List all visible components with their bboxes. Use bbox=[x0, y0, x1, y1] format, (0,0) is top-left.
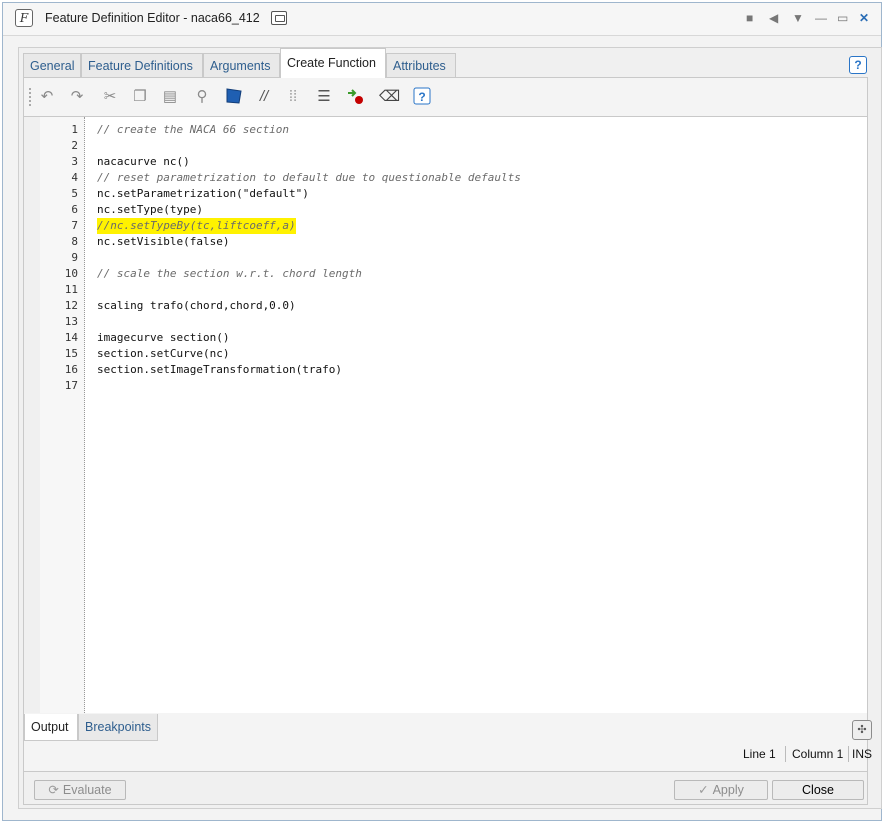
window-title: Feature Definition Editor - naca66_412 bbox=[45, 11, 260, 25]
status-separator bbox=[785, 746, 786, 762]
left-arrow-icon[interactable]: ◀ bbox=[769, 11, 778, 25]
tab-create-function[interactable]: Create Function bbox=[280, 48, 386, 78]
line-number: 9 bbox=[71, 251, 78, 264]
code-line[interactable]: nc.setVisible(false) bbox=[97, 234, 229, 250]
down-arrow-icon[interactable]: ▼ bbox=[792, 11, 804, 25]
close-button[interactable]: Close bbox=[772, 780, 864, 800]
bookmark-icon[interactable] bbox=[224, 87, 244, 107]
line-number: 14 bbox=[64, 331, 78, 344]
code-line[interactable]: imagecurve section() bbox=[97, 330, 229, 346]
copy-icon[interactable]: ❐ bbox=[130, 87, 150, 107]
line-number: 5 bbox=[71, 187, 78, 200]
code-line[interactable]: // reset parametrization to default due … bbox=[97, 170, 521, 186]
code-line-highlighted[interactable]: //nc.setTypeBy(tc,liftcoeff,a) bbox=[97, 218, 296, 234]
line-number: 2 bbox=[71, 139, 78, 152]
line-number: 7 bbox=[71, 219, 78, 232]
code-line[interactable]: section.setImageTransformation(trafo) bbox=[97, 362, 342, 378]
line-number: 13 bbox=[64, 315, 78, 328]
svg-text:?: ? bbox=[418, 90, 425, 104]
code-line[interactable]: // scale the section w.r.t. chord length bbox=[97, 266, 362, 282]
status-bar: Line 1 Column 1 INS bbox=[23, 744, 872, 764]
line-number: 8 bbox=[71, 235, 78, 248]
line-number: 1 bbox=[71, 123, 78, 136]
undo-icon[interactable]: ↶ bbox=[37, 87, 57, 107]
code-line[interactable]: nc.setType(type) bbox=[97, 202, 203, 218]
close-icon[interactable]: ✕ bbox=[859, 11, 869, 25]
help-button[interactable]: ? bbox=[849, 56, 867, 74]
status-mode: INS bbox=[852, 747, 873, 761]
editor-toolbar: ↶ ↷ ✂ ❐ ▤ ⚲ // ⁞⁞ ☰ ⌫ ? bbox=[24, 78, 867, 117]
cut-icon[interactable]: ✂ bbox=[100, 87, 120, 107]
evaluate-button[interactable]: ⟳ Evaluate bbox=[34, 780, 126, 800]
line-number: 6 bbox=[71, 203, 78, 216]
status-line: Line 1 bbox=[743, 747, 776, 761]
checkmark-icon: ✓ bbox=[698, 783, 709, 797]
line-number: 3 bbox=[71, 155, 78, 168]
tab-feature-definitions[interactable]: Feature Definitions bbox=[81, 53, 203, 77]
comment-icon[interactable]: // bbox=[254, 87, 274, 107]
tab-attributes[interactable]: Attributes bbox=[386, 53, 456, 77]
breakpoint-icon[interactable] bbox=[346, 87, 366, 107]
line-number: 12 bbox=[64, 299, 78, 312]
line-number: 11 bbox=[64, 283, 78, 296]
line-number: 17 bbox=[64, 379, 78, 392]
line-number: 16 bbox=[64, 363, 78, 376]
status-separator bbox=[848, 746, 849, 762]
refresh-icon: ⟳ bbox=[48, 783, 59, 797]
apply-label: Apply bbox=[712, 783, 744, 797]
uncomment-icon[interactable]: ⁞⁞ bbox=[283, 87, 303, 107]
create-function-panel: ↶ ↷ ✂ ❐ ▤ ⚲ // ⁞⁞ ☰ ⌫ ? 1 2 3 4 5 6 7 8 … bbox=[23, 77, 872, 772]
tab-breakpoints[interactable]: Breakpoints bbox=[78, 714, 158, 741]
feature-definition-editor-window: F Feature Definition Editor - naca66_412… bbox=[2, 2, 882, 821]
tab-arguments[interactable]: Arguments bbox=[203, 53, 280, 77]
evaluate-label: Evaluate bbox=[62, 783, 112, 797]
line-number: 4 bbox=[71, 171, 78, 184]
code-line[interactable]: nc.setParametrization("default") bbox=[97, 186, 309, 202]
paste-icon[interactable]: ▤ bbox=[160, 87, 180, 107]
clear-icon[interactable]: ⌫ bbox=[379, 87, 400, 107]
line-number: 15 bbox=[64, 347, 78, 360]
dialog-footer: ⟳ Evaluate ✓ Apply Close bbox=[23, 771, 868, 805]
maximize-icon[interactable]: ▭ bbox=[837, 11, 848, 25]
apply-button[interactable]: ✓ Apply bbox=[674, 780, 768, 800]
tab-output[interactable]: Output bbox=[24, 714, 78, 741]
status-column: Column 1 bbox=[792, 747, 844, 761]
line-number: 10 bbox=[64, 267, 78, 280]
editor-dialog: General Feature Definitions Arguments Cr… bbox=[18, 47, 882, 809]
code-editor[interactable]: 1 2 3 4 5 6 7 8 9 10 11 12 13 14 15 16 1… bbox=[24, 116, 867, 713]
code-line[interactable]: scaling trafo(chord,chord,0.0) bbox=[97, 298, 296, 314]
app-icon: F bbox=[15, 9, 33, 27]
stop-icon[interactable]: ■ bbox=[746, 11, 753, 25]
code-line[interactable]: section.setCurve(nc) bbox=[97, 346, 229, 362]
window-mode-icon[interactable] bbox=[271, 11, 287, 25]
code-line[interactable]: nacacurve nc() bbox=[97, 154, 190, 170]
redo-icon[interactable]: ↷ bbox=[67, 87, 87, 107]
title-bar[interactable]: F Feature Definition Editor - naca66_412… bbox=[3, 3, 881, 36]
find-icon[interactable]: ⚲ bbox=[192, 87, 212, 107]
minimize-icon[interactable]: — bbox=[815, 11, 827, 25]
indent-icon[interactable]: ☰ bbox=[314, 87, 334, 107]
help-icon[interactable]: ? bbox=[412, 87, 432, 107]
toolbar-grip[interactable] bbox=[29, 88, 33, 106]
tab-general[interactable]: General bbox=[23, 53, 81, 77]
code-line[interactable]: // create the NACA 66 section bbox=[97, 122, 289, 138]
satellite-icon[interactable]: ✣ bbox=[852, 720, 872, 740]
